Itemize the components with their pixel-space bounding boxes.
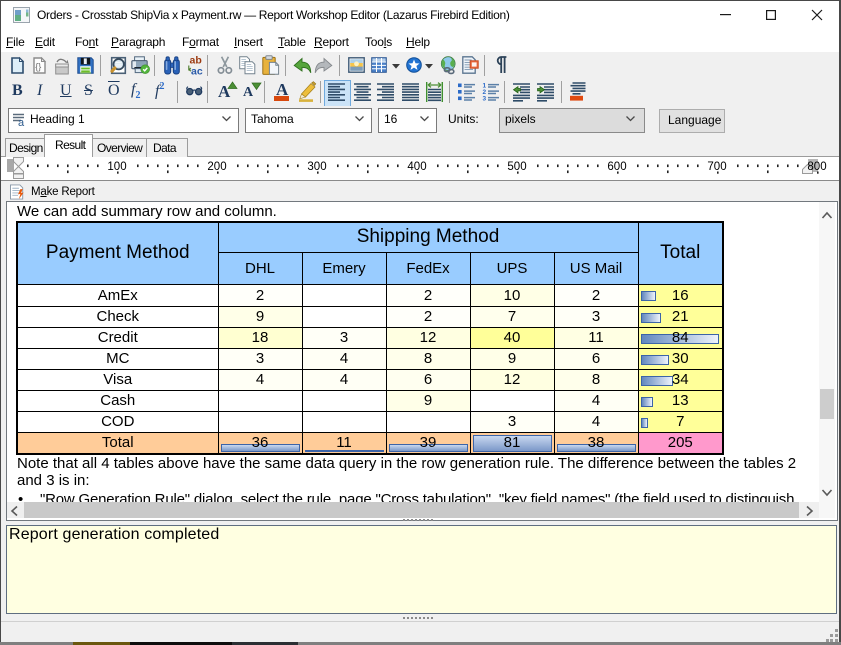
svg-text:800: 800 [807, 161, 826, 173]
svg-text:3: 3 [483, 96, 487, 103]
svg-text:200: 200 [207, 161, 226, 173]
svg-text:a: a [18, 117, 25, 129]
svg-text:400: 400 [407, 161, 426, 173]
svg-text:600: 600 [607, 161, 626, 173]
svg-text:700: 700 [707, 161, 726, 173]
svg-text:ac: ac [191, 66, 203, 78]
svg-text:{}: {} [35, 62, 41, 72]
svg-text:500: 500 [507, 161, 526, 173]
svg-text:100: 100 [107, 161, 126, 173]
svg-text:300: 300 [307, 161, 326, 173]
